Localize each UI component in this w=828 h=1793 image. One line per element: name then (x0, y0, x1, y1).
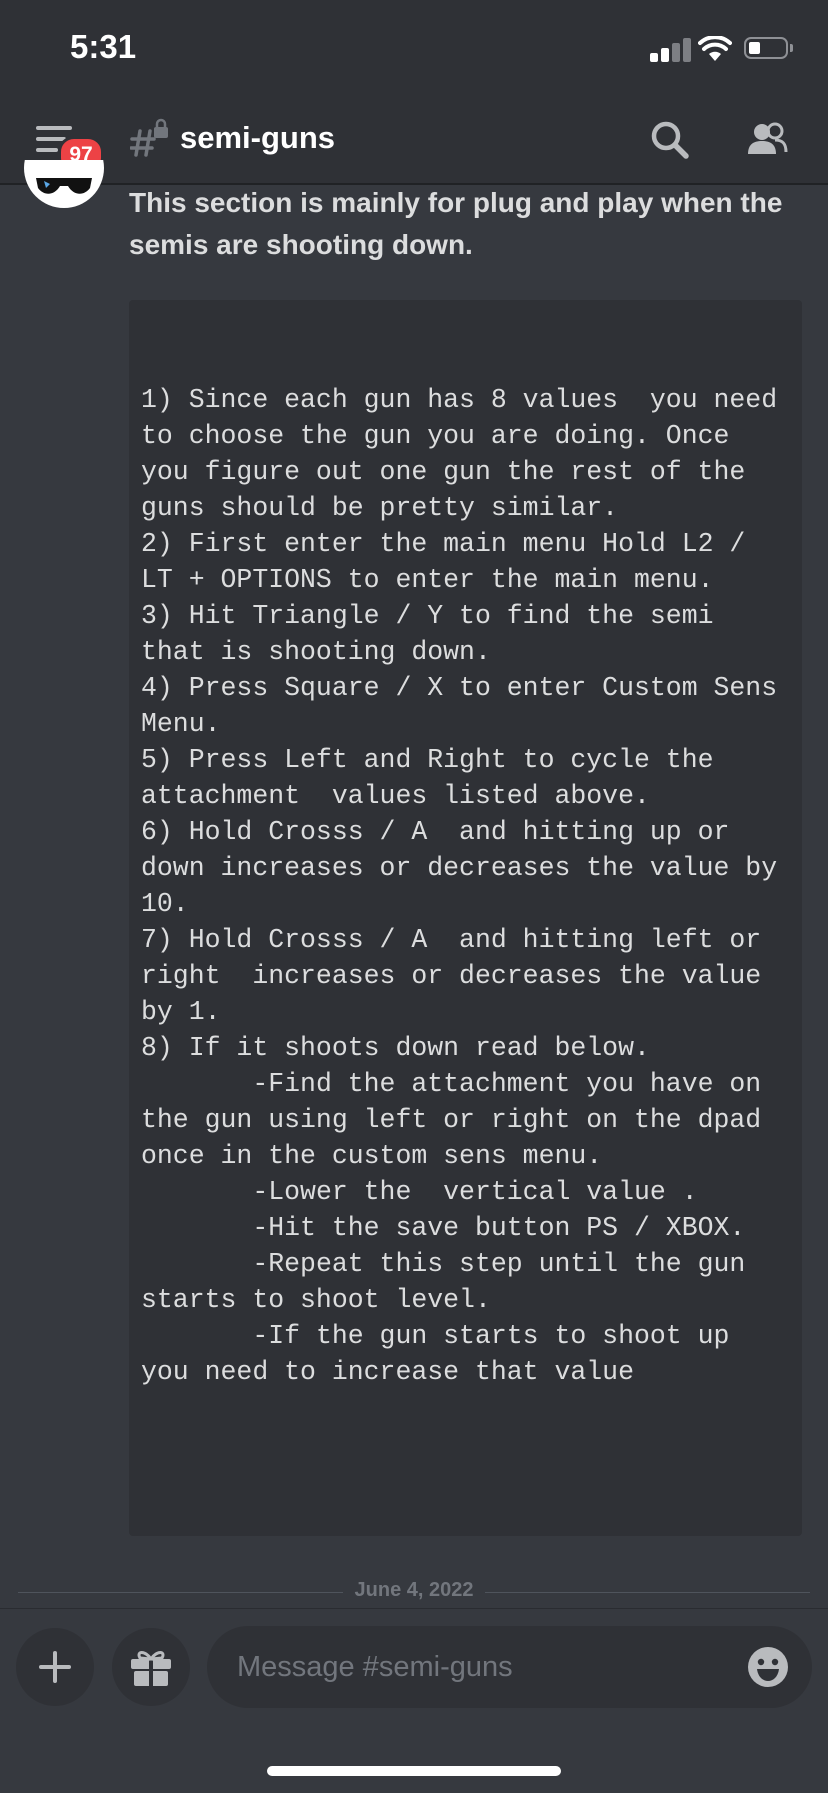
signal-bar (650, 53, 658, 62)
status-time: 5:31 (70, 28, 137, 65)
battery-cap (790, 44, 793, 52)
message-text: This section is mainly for plug and play… (129, 187, 783, 260)
battery-level (749, 42, 760, 54)
search-icon[interactable] (646, 116, 696, 166)
message-input[interactable] (207, 1626, 812, 1708)
date-divider-label: June 4, 2022 (18, 1579, 810, 1602)
plus-icon (39, 1651, 71, 1683)
avatar[interactable] (24, 160, 104, 220)
emoji-icon[interactable] (746, 1645, 790, 1689)
date-text: June 4, 2022 (342, 1579, 486, 1601)
code-block: 1) Since each gun has 8 values you need … (129, 300, 802, 1536)
signal-bar (672, 43, 680, 62)
channel-name: semi-guns (180, 120, 336, 155)
avatar-image (24, 160, 104, 208)
gift-icon (131, 1651, 171, 1686)
signal-bar (683, 38, 691, 62)
home-indicator[interactable] (267, 1766, 561, 1776)
date-divider: June 4, 2022 (18, 1579, 810, 1607)
members-icon[interactable] (742, 116, 792, 166)
locked-hash-icon (130, 118, 168, 157)
battery-icon (744, 37, 788, 59)
signal-bar (661, 48, 669, 62)
gift-button[interactable] (112, 1628, 190, 1706)
wifi-icon (698, 36, 732, 61)
status-icons (650, 36, 800, 62)
attach-button[interactable] (16, 1628, 94, 1706)
code-text: 1) Since each gun has 8 values you need … (141, 385, 778, 1387)
